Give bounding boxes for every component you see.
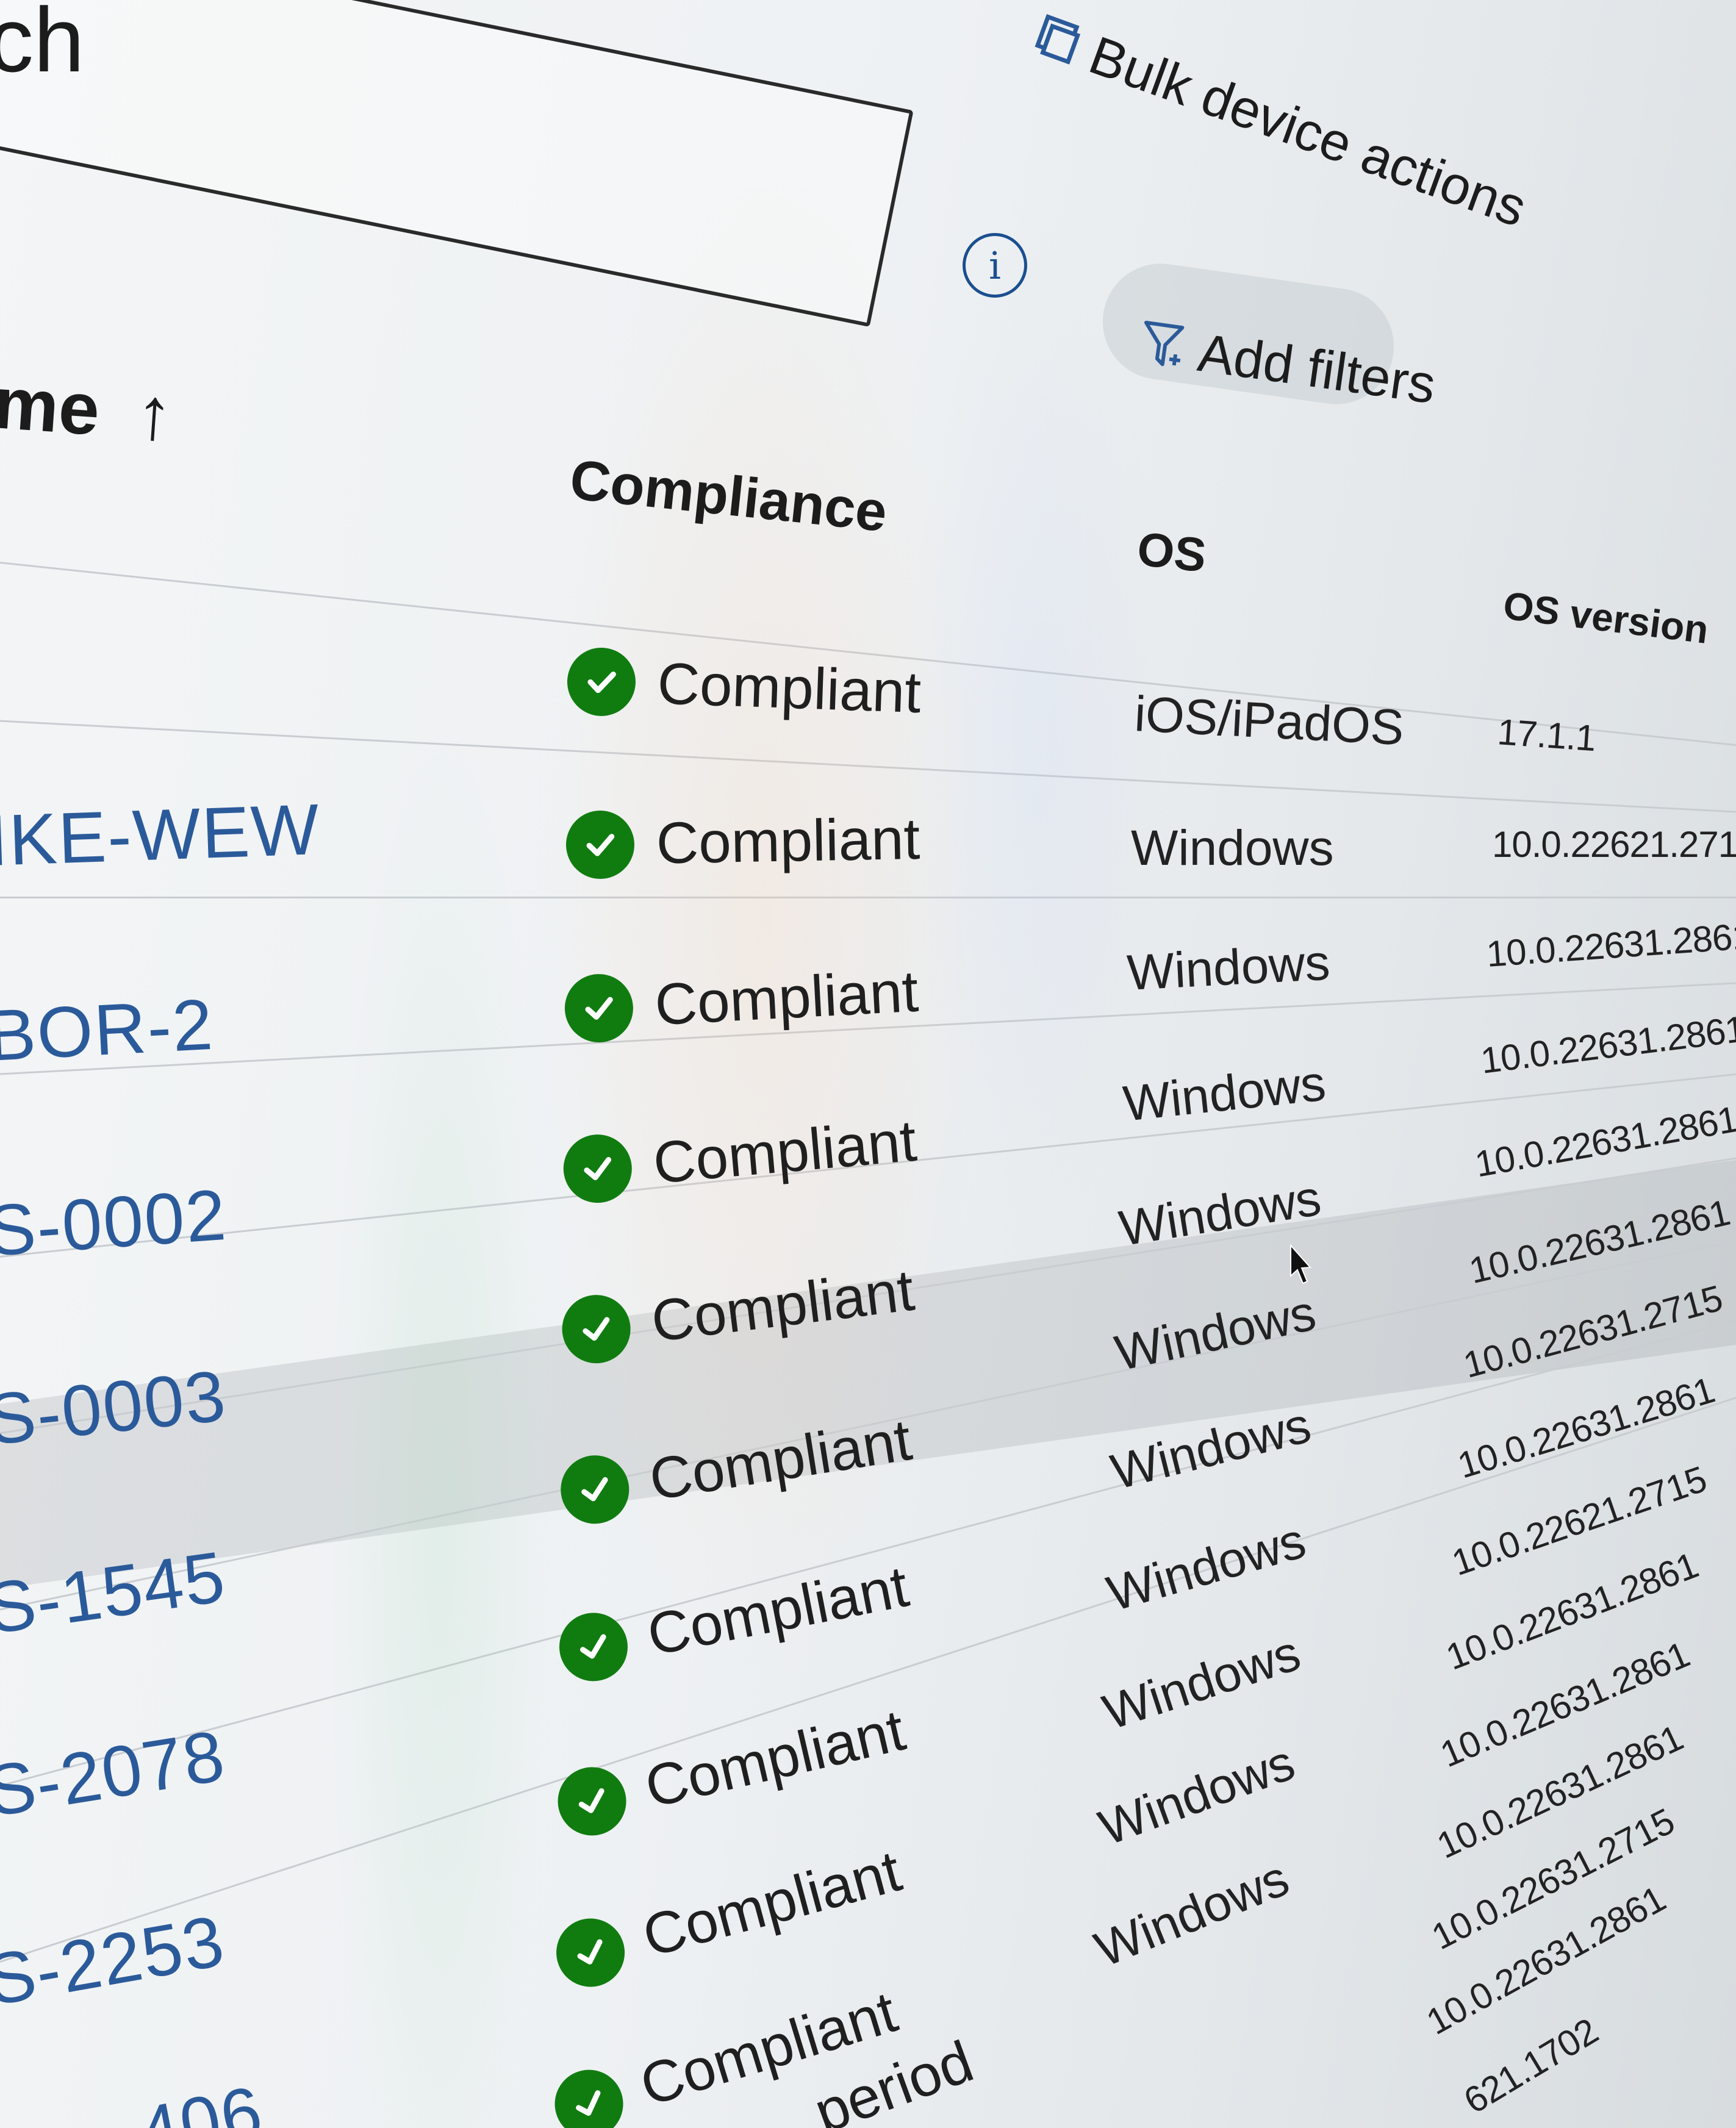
filter-icon — [1144, 320, 1185, 367]
os-version-cell: 17.1.1 — [1496, 711, 1597, 759]
device-name-link[interactable]: IKE-WEW — [0, 789, 321, 881]
checkmark-icon — [565, 810, 635, 880]
row-separator — [0, 549, 1736, 761]
column-header-os[interactable]: OS — [1135, 521, 1208, 582]
os-cell: Windows — [1125, 934, 1332, 1001]
compliance-label: Compliant — [656, 806, 921, 876]
device-name-link[interactable]: BOR-2 — [0, 984, 216, 1077]
compliance-cell: Compliant — [565, 805, 920, 880]
search-label: ch — [0, 0, 85, 91]
info-symbol: i — [989, 243, 1001, 288]
os-version-cell: 10.0.22621.2715 — [1492, 824, 1736, 865]
device-name-link[interactable]: S-0002 — [0, 1175, 229, 1272]
compliance-label: Compliant — [656, 651, 922, 726]
os-cell: iOS/iPadOS — [1133, 686, 1405, 756]
row-separator — [0, 897, 1736, 898]
checkmark-icon — [563, 972, 635, 1044]
info-icon[interactable]: i — [963, 233, 1027, 298]
name-header-label: me — [0, 362, 102, 451]
mouse-cursor-icon — [1290, 1244, 1312, 1284]
column-header-name[interactable]: me ↑ — [0, 362, 176, 456]
checkmark-icon — [561, 1131, 635, 1206]
checkmark-icon — [556, 1450, 634, 1529]
compliance-label: Compliant — [653, 958, 920, 1038]
sort-ascending-icon: ↑ — [133, 371, 176, 456]
checkmark-icon — [566, 647, 637, 717]
compliance-cell: Compliant — [566, 647, 922, 727]
checkmark-icon — [558, 1291, 634, 1367]
device-list-screen: ch Bulk device actions i Add filters me … — [0, 0, 1736, 2128]
os-cell: Windows — [1131, 820, 1334, 876]
checkmark-icon — [553, 1607, 634, 1687]
